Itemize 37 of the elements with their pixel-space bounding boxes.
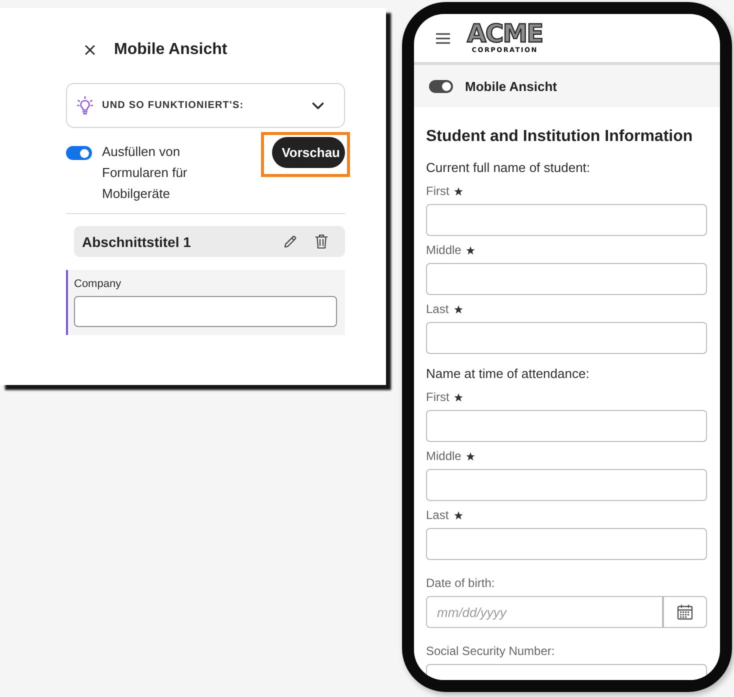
trash-icon[interactable] — [315, 234, 328, 249]
group-heading: Name at time of attendance: — [426, 365, 590, 383]
toggle-label: Ausfüllen von Formularen für Mobilgeräte — [102, 143, 188, 203]
pencil-icon[interactable] — [283, 234, 297, 248]
input-field[interactable] — [426, 528, 707, 560]
help-accordion[interactable]: UND SO FUNKTIONIERT'S: — [66, 83, 345, 128]
field-label: First — [426, 389, 450, 405]
input-field[interactable] — [74, 296, 337, 327]
field-label: Last — [426, 301, 449, 317]
calendar-button[interactable] — [663, 596, 707, 628]
logo-wordmark: ACME — [467, 22, 543, 44]
date-input[interactable]: mm/dd/yyyy — [426, 596, 663, 628]
input-field[interactable] — [426, 204, 707, 236]
field-label: Last — [426, 507, 449, 523]
calendar-icon — [677, 604, 693, 620]
input-field[interactable] — [426, 469, 707, 501]
toggle-label: Mobile Ansicht — [465, 78, 557, 94]
field-label: First — [426, 183, 450, 199]
field-label: Middle — [426, 448, 462, 464]
panel-title: Mobile Ansicht — [114, 40, 228, 60]
section-title: Abschnittstitel 1 — [82, 234, 192, 250]
toggle-switch[interactable] — [429, 80, 453, 92]
input-field[interactable] — [426, 263, 707, 295]
field-label: Social Security Number: — [426, 643, 555, 659]
field-label: Date of birth: — [426, 575, 495, 591]
preview-button[interactable]: Vorschau — [272, 137, 345, 168]
form-title: Student and Institution Information — [426, 127, 694, 147]
close-icon[interactable] — [85, 45, 95, 55]
group-heading: Current full name of student: — [426, 159, 592, 177]
input-field[interactable] — [426, 322, 707, 354]
lightbulb-icon — [77, 96, 93, 116]
input-field[interactable] — [426, 410, 707, 442]
toggle-switch[interactable] — [66, 146, 92, 160]
menu-icon[interactable] — [436, 32, 450, 44]
field-label: Middle — [426, 242, 462, 258]
field-label: Company — [74, 277, 122, 291]
chevron-icon — [312, 102, 324, 110]
